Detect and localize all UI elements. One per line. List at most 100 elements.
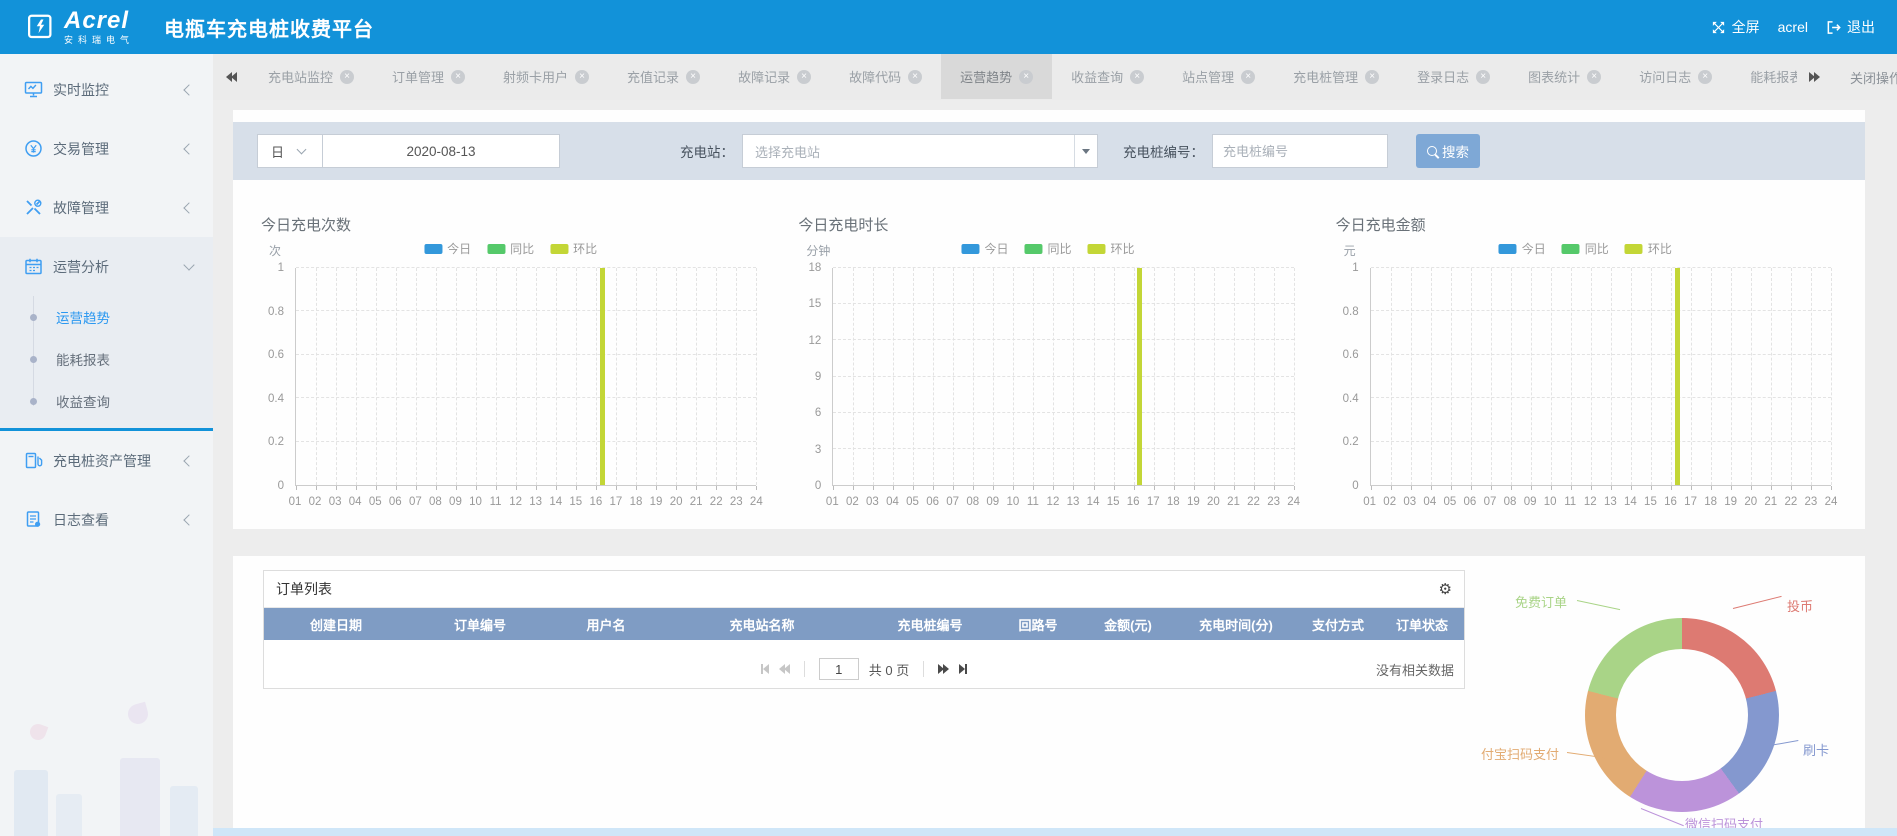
close-operations-menu[interactable]: 关闭操作 [1850,68,1897,87]
legend-item-今日[interactable]: 今日 [961,240,1008,257]
chart-unit-label: 分钟 [806,242,830,259]
legend-item-今日[interactable]: 今日 [1499,240,1546,257]
tab-访问日志[interactable]: 访问日志× [1620,54,1731,99]
x-tick-label: 06 [926,496,939,508]
double-chevron-right-icon[interactable] [1809,72,1820,82]
bottom-scroll-strip[interactable] [213,828,1897,836]
tab-故障记录[interactable]: 故障记录× [719,54,830,99]
x-axis-labels: 0102030405060708091011121314151617181920… [1370,490,1831,510]
station-placeholder: 选择充电站 [755,142,820,161]
tab-bar: 充电站监控×订单管理×射频卡用户×充值记录×故障记录×故障代码×运营趋势×收益查… [213,54,1897,101]
sidebar-subitem-revenue-query[interactable]: 收益查询 [0,380,213,422]
pie-slice-label: 刷卡 [1803,740,1829,759]
tab-close-icon[interactable]: × [686,70,700,84]
page-number-input[interactable] [819,658,859,680]
no-data-message: 没有相关数据 [1376,650,1454,688]
sidebar-item-realtime-monitor[interactable]: 实时监控 [0,60,213,119]
next-page-button[interactable] [938,664,949,674]
y-tick-label: 0.2 [268,436,284,448]
x-tick-label: 07 [946,496,959,508]
charging-pile-icon [24,451,43,470]
legend-item-同比[interactable]: 同比 [1024,240,1071,257]
sidebar-subitem-energy-report[interactable]: 能耗报表 [0,338,213,380]
x-tick-label: 21 [690,496,703,508]
legend-swatch [1562,244,1580,254]
x-tick-label: 11 [1027,496,1039,508]
x-tick-label: 08 [429,496,442,508]
legend-item-环比[interactable]: 环比 [550,240,597,257]
tab-close-icon[interactable]: × [340,70,354,84]
prev-page-button[interactable] [779,664,790,674]
tab-close-icon[interactable]: × [1698,70,1712,84]
tab-label: 图表统计 [1528,67,1580,86]
x-tick-label: 21 [1227,496,1240,508]
sidebar-item-transaction-mgmt[interactable]: 交易管理 [0,119,213,178]
tab-图表统计[interactable]: 图表统计 × [1509,54,1620,99]
column-header-10: 订单状态 [1380,615,1464,634]
tab-close-icon[interactable]: × [1241,70,1255,84]
x-tick-label: 18 [1704,496,1717,508]
legend-item-同比[interactable]: 同比 [1562,240,1609,257]
tab-close-icon[interactable]: × [575,70,589,84]
station-select[interactable]: 选择充电站 [742,134,1098,168]
y-tick-label: 0.4 [1343,393,1359,405]
tab-label: 故障代码 [849,67,901,86]
tab-充电站监控[interactable]: 充电站监控× [249,54,373,99]
tab-射频卡用户[interactable]: 射频卡用户× [484,54,608,99]
x-tick-label: 12 [509,496,522,508]
x-tick-label: 17 [610,496,623,508]
tab-close-icon[interactable]: × [451,70,465,84]
tab-close-icon[interactable]: × [908,70,922,84]
tab-close-icon[interactable]: × [797,70,811,84]
logout-button[interactable]: 退出 [1826,17,1875,37]
chart-title: 今日充电时长 [798,214,888,235]
period-select[interactable]: 日 [257,134,323,168]
legend-item-同比[interactable]: 同比 [487,240,534,257]
tab-充值记录[interactable]: 充值记录× [608,54,719,99]
tab-充电桩管理[interactable]: 充电桩管理× [1274,54,1398,99]
tab-登录日志[interactable]: 登录日志× [1398,54,1509,99]
sidebar-item-pile-assets[interactable]: 充电桩资产管理 [0,431,213,490]
sidebar-subitem-label: 能耗报表 [56,349,110,369]
date-input[interactable] [322,134,560,168]
tab-订单管理[interactable]: 订单管理× [373,54,484,99]
order-list-card: 订单列表 ⚙ 创建日期订单编号用户名充电站名称充电桩编号回路号金额(元)充电时间… [263,570,1465,689]
tab-运营趋势[interactable]: 运营趋势× [941,54,1052,99]
sidebar-item-fault-mgmt[interactable]: 故障管理 [0,178,213,237]
decorative-skyline [0,686,213,836]
tab-故障代码[interactable]: 故障代码 × [830,54,941,99]
y-tick-label: 6 [815,407,821,419]
sidebar-subitem-operation-trend[interactable]: 运营趋势 [0,296,213,338]
search-button[interactable]: 搜索 [1416,134,1480,168]
y-tick-label: 12 [809,335,822,347]
sidebar-item-log-view[interactable]: 日志查看 [0,490,213,549]
legend-item-环比[interactable]: 环比 [1087,240,1134,257]
tab-close-icon[interactable]: × [1365,70,1379,84]
station-label: 充电站： [680,141,734,161]
last-page-button[interactable] [959,664,967,674]
pie-slice-label: 免费订单 [1515,592,1567,611]
tab-scroll-left-button[interactable] [213,54,249,100]
tab-bar-right-controls: 关闭操作 [1809,54,1897,100]
tab-close-icon[interactable]: × [1476,70,1490,84]
tab-能耗报表[interactable]: 能耗报表× [1731,54,1797,99]
y-axis-labels: 00.20.40.60.81 [257,268,291,486]
x-tick-label: 16 [589,496,602,508]
first-page-button[interactable] [761,664,769,674]
tab-close-icon[interactable]: × [1130,70,1144,84]
tab-收益查询[interactable]: 收益查询× [1052,54,1163,99]
sidebar-item-operation-analysis[interactable]: 运营分析 [0,237,213,296]
pile-number-input[interactable] [1212,134,1388,168]
tab-站点管理[interactable]: 站点管理× [1163,54,1274,99]
tools-icon [24,198,43,217]
fullscreen-button[interactable]: 全屏 [1711,17,1760,37]
tab-close-icon[interactable]: × [1019,70,1033,84]
table-settings-icon[interactable]: ⚙ [1439,580,1452,598]
tab-close-icon[interactable]: × [1587,70,1601,84]
legend-item-环比[interactable]: 环比 [1625,240,1672,257]
dropdown-button[interactable] [1074,135,1097,167]
legend-item-今日[interactable]: 今日 [424,240,471,257]
chart-unit-label: 次 [269,242,281,259]
pie-slice-label: 付宝扫码支付 [1481,744,1559,763]
username[interactable]: acrel [1778,19,1808,35]
